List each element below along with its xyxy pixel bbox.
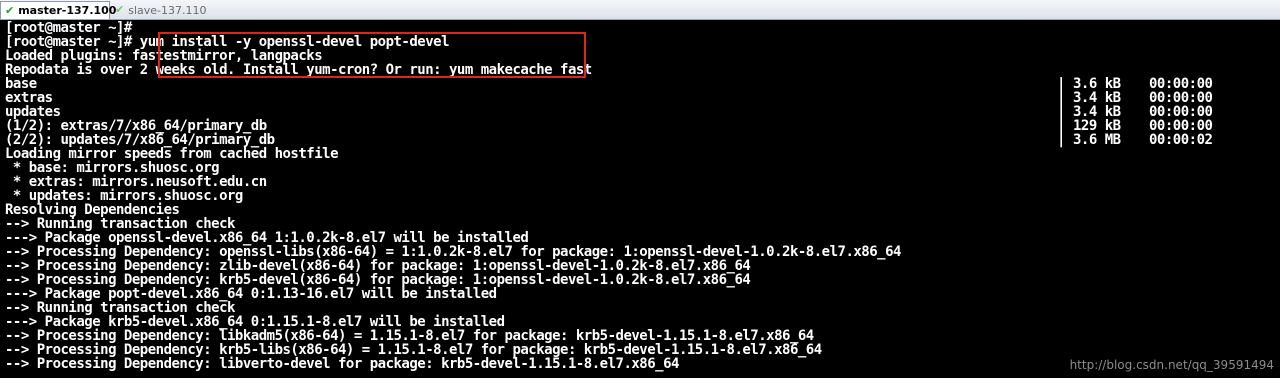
terminal-line: --> Processing Dependency: krb5-libs(x86… — [5, 342, 822, 358]
watermark: http://blog.csdn.net/qq_39591494 — [1069, 358, 1274, 372]
terminal-line: Loading mirror speeds from cached hostfi… — [5, 146, 339, 162]
terminal-line: * updates: mirrors.shuosc.org — [5, 188, 243, 204]
check-icon: ✔ — [115, 3, 125, 16]
terminal-line: extras — [5, 90, 53, 106]
terminal-line: --> Running transaction check — [5, 300, 235, 316]
terminal-line: * extras: mirrors.neusoft.edu.cn — [5, 174, 267, 190]
terminal-line: --> Processing Dependency: zlib-devel(x8… — [5, 258, 751, 274]
terminal-line: base — [5, 76, 37, 92]
terminal-line: ---> Package openssl-devel.x86_64 1:1.0.… — [5, 230, 529, 246]
terminal-line: [root@master ~]# — [5, 20, 132, 36]
tab-label: master-137.100 — [18, 4, 117, 17]
download-stat-time: 00:00:00 — [1149, 104, 1213, 120]
download-stat-bar: | — [1057, 118, 1065, 134]
download-stat-size: 3.4 kB — [1073, 104, 1121, 120]
download-stat-time: 00:00:00 — [1149, 76, 1213, 92]
download-stat-size: 3.6 kB — [1073, 76, 1121, 92]
download-stat-size: 129 kB — [1073, 118, 1121, 134]
download-stat-size: 3.4 kB — [1073, 90, 1121, 106]
check-icon: ✔ — [5, 3, 15, 17]
tab-slave[interactable]: ✔ slave-137.110 — [111, 1, 211, 19]
terminal-line: updates — [5, 104, 61, 120]
terminal-line: (1/2): extras/7/x86_64/primary_db — [5, 118, 267, 134]
terminal-line: * base: mirrors.shuosc.org — [5, 160, 220, 176]
download-stat-bar: | — [1057, 104, 1065, 120]
terminal-line: (2/2): updates/7/x86_64/primary_db — [5, 132, 275, 148]
terminal-line: ---> Package popt-devel.x86_64 0:1.13-16… — [5, 286, 497, 302]
download-stat-time: 00:00:00 — [1149, 90, 1213, 106]
terminal-line: --> Processing Dependency: krb5-devel(x8… — [5, 272, 751, 288]
terminal-line: ---> Package krb5-devel.x86_64 0:1.15.1-… — [5, 314, 505, 330]
download-stat-bar: | — [1057, 90, 1065, 106]
tab-label: slave-137.110 — [128, 3, 207, 17]
terminal-line: --> Processing Dependency: libverto-deve… — [5, 356, 679, 372]
terminal-line: Resolving Dependencies — [5, 202, 180, 218]
download-stat-bar: | — [1057, 132, 1065, 148]
download-stat-size: 3.6 MB — [1073, 132, 1121, 148]
terminal-line: --> Running transaction check — [5, 216, 235, 232]
download-stat-time: 00:00:00 — [1149, 118, 1213, 134]
highlight-annotation — [158, 32, 586, 78]
tab-master[interactable]: ✔ master-137.100 — [0, 1, 116, 19]
download-stat-bar: | — [1057, 76, 1065, 92]
tab-bar: ✔ master-137.100 ✔ slave-137.110 — [0, 0, 1280, 20]
terminal-line: --> Processing Dependency: libkadm5(x86-… — [5, 328, 814, 344]
download-stat-time: 00:00:02 — [1149, 132, 1213, 148]
terminal-line: --> Processing Dependency: openssl-libs(… — [5, 244, 901, 260]
